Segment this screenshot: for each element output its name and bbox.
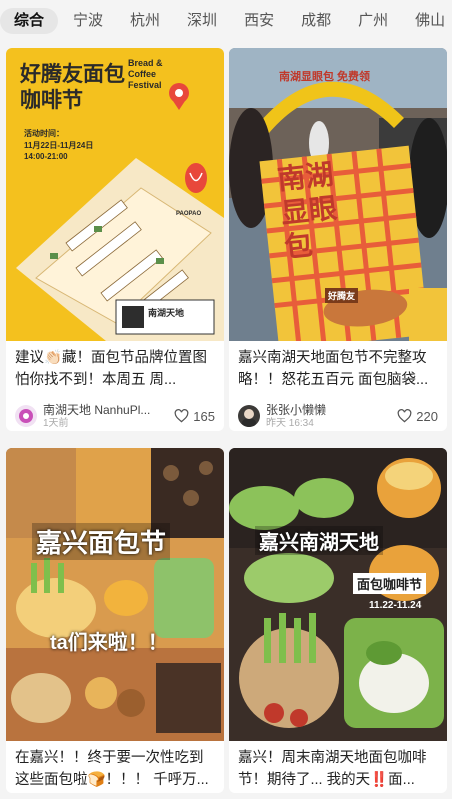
image-dates: 11.22-11.24 (369, 600, 422, 611)
tab-shenzhen[interactable]: 深圳 (187, 8, 217, 34)
feed-card[interactable]: 南湖显眼包 免费领 南湖显眼包 好腾友 嘉兴南湖天地面包节不完整攻略！！怒花五百… (229, 48, 447, 431)
like-button[interactable]: 165 (174, 409, 215, 424)
author-name[interactable]: 张张小懒懒 (266, 403, 393, 417)
sign-tag: 好腾友 (325, 288, 359, 303)
card-title[interactable]: 嘉兴南湖天地面包节不完整攻略！！怒花五百元 面包脑袋... (229, 341, 447, 393)
feed-card[interactable]: 好腾友面包咖啡节 Bread & Coffee Festival 活动时间： 1… (6, 48, 224, 431)
heart-icon (397, 409, 412, 423)
tab-xian[interactable]: 西安 (244, 8, 274, 34)
feed-card[interactable]: 嘉兴面包节 ta们来啦！！ 在嘉兴！！终于要一次性吃到这些面包啦🍞！！！ 千呼万… (6, 448, 224, 793)
like-count: 220 (416, 408, 438, 424)
tab-comprehensive[interactable]: 综合 (0, 8, 59, 34)
feed-card[interactable]: 嘉兴南湖天地 面包咖啡节 11.22-11.24 嘉兴！周末南湖天地面包咖啡节！… (229, 448, 447, 793)
like-button[interactable]: 220 (397, 409, 438, 424)
heart-icon (174, 409, 189, 423)
tab-chengdu[interactable]: 成都 (301, 8, 331, 34)
poster-date-label: 活动时间： (24, 129, 64, 138)
card-cover-image: 南湖显眼包 免费领 南湖显眼包 好腾友 (229, 48, 447, 341)
card-cover-image: 嘉兴面包节 ta们来啦！！ (6, 448, 224, 741)
author-avatar[interactable] (238, 405, 260, 427)
tab-guangzhou[interactable]: 广州 (358, 8, 388, 34)
tab-hangzhou[interactable]: 杭州 (130, 8, 160, 34)
tab-ningbo[interactable]: 宁波 (73, 8, 103, 34)
city-tab-bar: 综合 宁波 杭州 深圳 西安 成都 广州 佛山 (0, 0, 452, 42)
poster-dates: 11月22日-11月24日 (24, 141, 94, 150)
post-time: 昨天 16:34 (266, 417, 314, 429)
poster-hours: 14:00-21:00 (24, 152, 68, 161)
like-count: 165 (193, 408, 215, 424)
card-title[interactable]: 嘉兴！周末南湖天地面包咖啡节！期待了... 我的天‼️面... (229, 741, 447, 793)
arch-banner-text: 南湖显眼包 免费领 (279, 71, 371, 83)
author-name[interactable]: 南湖天地 NanhuPl... (43, 403, 170, 417)
image-headline: 嘉兴面包节 (32, 523, 171, 560)
image-subline: ta们来啦！！ (50, 632, 168, 654)
image-subline: 面包咖啡节 (353, 573, 427, 594)
poster-logo: 南湖天地 (148, 308, 185, 318)
poster-subheading: Bread & Coffee Festival (128, 58, 163, 90)
sign-text: 南湖显眼包 (275, 158, 339, 263)
card-title[interactable]: 在嘉兴！！终于要一次性吃到这些面包啦🍞！！！ 千呼万... (6, 741, 224, 793)
image-headline: 嘉兴南湖天地 (255, 526, 383, 555)
post-time: 1天前 (43, 417, 69, 429)
card-title[interactable]: 建议👏🏻藏！面包节品牌位置图 怕你找不到！本周五 周... (6, 341, 224, 393)
poster-heading: 好腾友面包咖啡节 (20, 63, 125, 112)
card-cover-image: 嘉兴南湖天地 面包咖啡节 11.22-11.24 (229, 448, 447, 741)
poster-brand: PAOPAO (176, 211, 202, 217)
card-cover-image: 好腾友面包咖啡节 Bread & Coffee Festival 活动时间： 1… (6, 48, 224, 341)
tab-foshan[interactable]: 佛山 (415, 8, 445, 34)
author-avatar[interactable] (15, 405, 37, 427)
